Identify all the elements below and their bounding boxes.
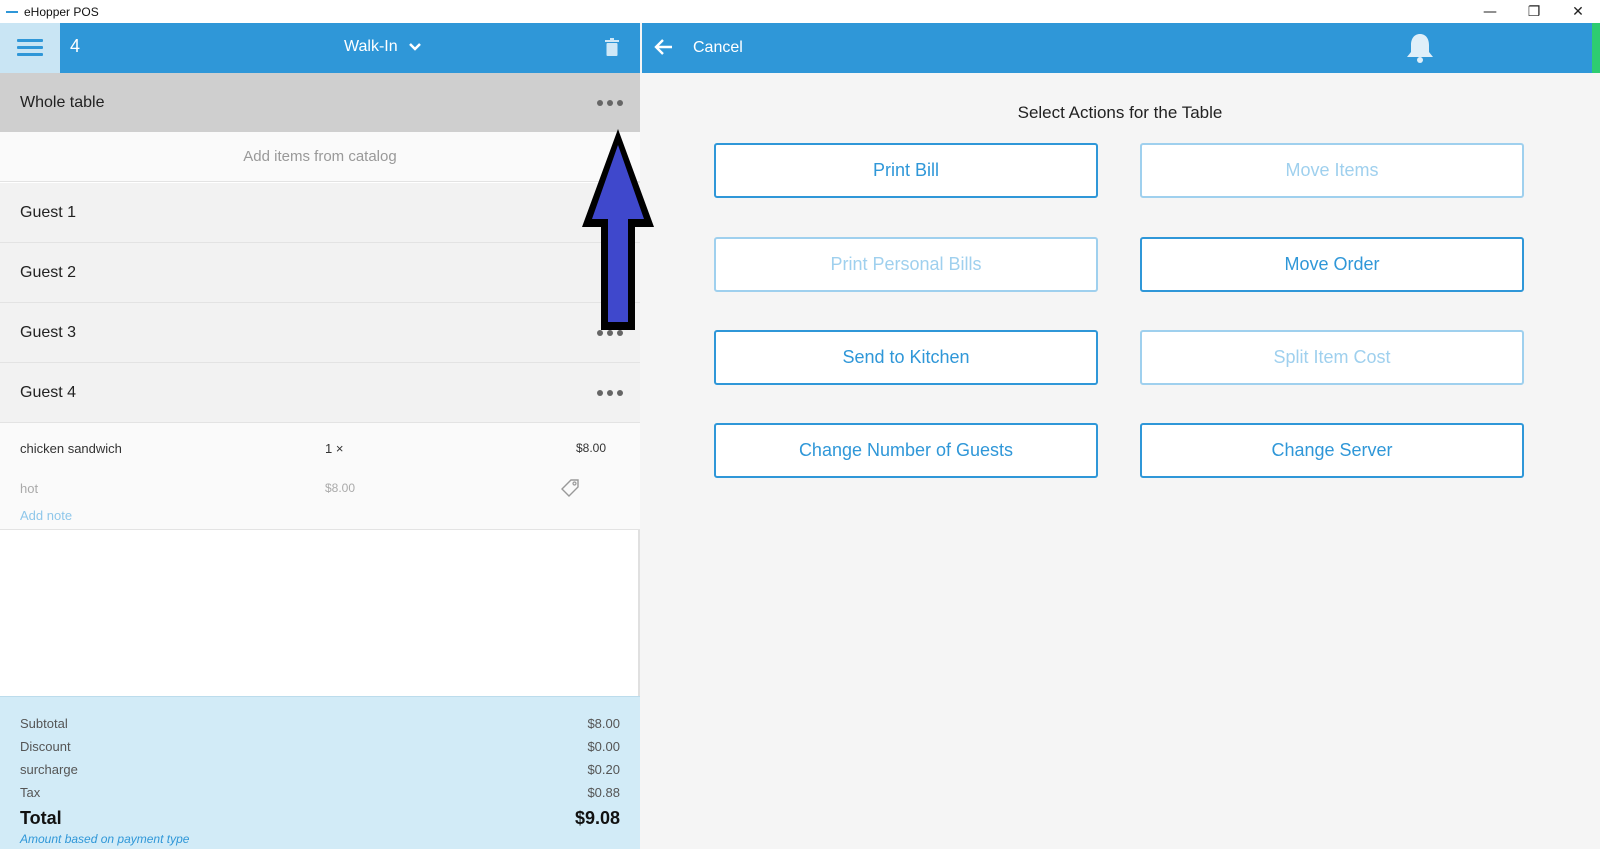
whole-table-label: Whole table [20,94,105,111]
subtotal-value: $8.00 [587,716,620,731]
tax-label: Tax [20,785,41,800]
discount-line: Discount $0.00 [20,739,620,754]
split-item-cost-button[interactable]: Split Item Cost [1140,330,1524,385]
send-to-kitchen-button[interactable]: Send to Kitchen [714,330,1098,385]
totals-panel: Subtotal $8.00 Discount $0.00 surcharge … [0,696,640,849]
tax-value: $0.88 [587,785,620,800]
close-button[interactable]: ✕ [1556,0,1600,23]
order-type-dropdown[interactable]: Walk-In [344,38,422,56]
order-panel: 4 Walk-In Whole table Add items from cat… [0,23,640,849]
actions-panel: Cancel Select Actions for the Table Prin… [642,23,1600,849]
actions-title: Select Actions for the Table [1017,103,1223,122]
surcharge-line: surcharge $0.20 [20,762,620,777]
app-icon [6,10,18,13]
window-title: eHopper POS [24,4,99,19]
back-arrow-icon[interactable] [654,37,674,62]
guest-row[interactable]: Guest 2 [0,243,640,303]
discount-label: Discount [20,739,71,754]
minimize-button[interactable]: — [1468,0,1512,23]
item-modifier: hot [20,481,39,496]
subtotal-line: Subtotal $8.00 [20,716,620,731]
add-items-from-catalog[interactable]: Add items from catalog [0,132,640,182]
bell-icon[interactable] [1403,31,1437,70]
status-indicator [1592,23,1600,73]
add-note-link[interactable]: Add note [20,508,72,523]
guest-label: Guest 3 [20,324,77,341]
subtotal-label: Subtotal [20,716,68,731]
discount-tag-icon[interactable] [560,478,580,503]
surcharge-label: surcharge [20,762,78,777]
total-value: $9.08 [574,808,620,828]
tax-line: Tax $0.88 [20,785,620,800]
trash-icon[interactable] [605,38,619,61]
discount-value: $0.00 [587,739,620,754]
move-order-button[interactable]: Move Order [1140,237,1524,292]
guest-row[interactable]: Guest 3 [0,303,640,363]
guest-row[interactable]: Guest 1 [0,183,640,243]
order-item[interactable]: chicken sandwich 1 × $8.00 hot $8.00 Add… [0,423,640,530]
more-options-icon[interactable] [597,100,623,106]
window-titlebar: eHopper POS — ❐ ✕ [0,0,1600,23]
actions-header: Cancel [642,23,1600,73]
print-personal-bills-button[interactable]: Print Personal Bills [714,237,1098,292]
chevron-down-icon [408,43,421,51]
menu-button[interactable] [0,23,60,73]
item-name: chicken sandwich [20,441,122,456]
change-guests-button[interactable]: Change Number of Guests [714,423,1098,478]
cancel-button[interactable]: Cancel [693,39,743,57]
order-type-label: Walk-In [344,38,398,55]
guest-label: Guest 2 [20,264,77,281]
guest-row[interactable]: Guest 4 [0,363,640,423]
print-bill-button[interactable]: Print Bill [714,143,1098,198]
guest-label: Guest 1 [20,204,77,221]
move-items-button[interactable]: Move Items [1140,143,1524,198]
item-price: $8.00 [575,441,606,455]
whole-table-row[interactable]: Whole table [0,73,640,132]
surcharge-value: $0.20 [587,762,620,777]
order-number: 4 [70,36,81,56]
total-line: Total $9.08 [20,808,620,829]
guest-label: Guest 4 [20,384,77,401]
restore-button[interactable]: ❐ [1512,0,1556,23]
item-modifier-price: $8.00 [325,481,356,495]
more-options-icon[interactable] [597,390,623,396]
hamburger-icon [17,39,43,57]
annotation-arrow-icon [582,129,654,330]
item-qty: 1 × [325,441,344,456]
order-header: 4 Walk-In [0,23,640,73]
change-server-button[interactable]: Change Server [1140,423,1524,478]
payment-type-hint: Amount based on payment type [20,832,190,846]
total-label: Total [20,808,62,828]
